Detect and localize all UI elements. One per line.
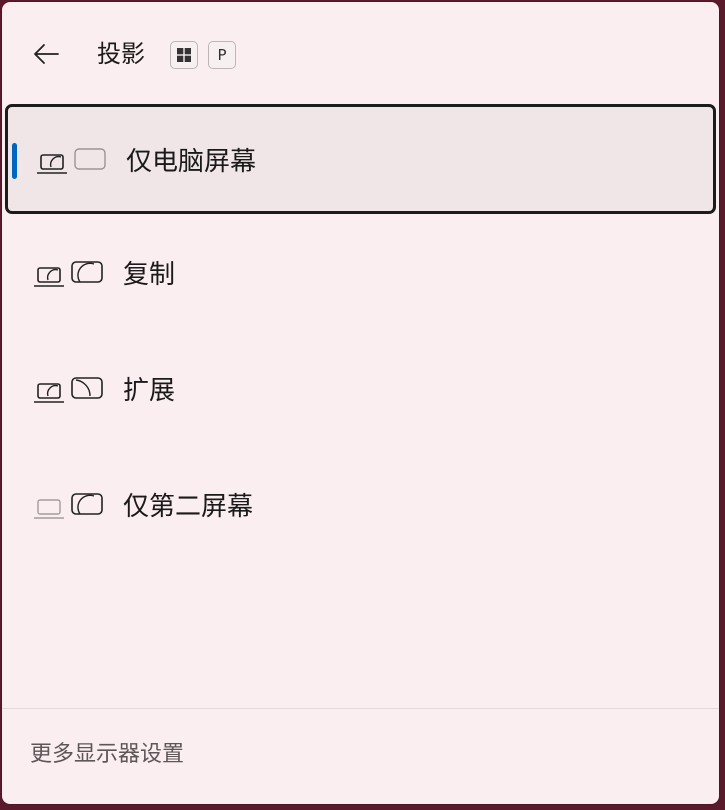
more-display-settings-link[interactable]: 更多显示器设置 [30,740,184,770]
duplicate-icon [34,261,103,287]
option-label: 扩展 [123,376,176,406]
option-label: 仅电脑屏幕 [126,147,257,177]
option-label: 仅第二屏幕 [123,492,254,522]
second-screen-only-icon [34,493,103,519]
selection-indicator [12,143,17,179]
windows-key-badge [170,41,198,69]
option-label: 复制 [123,260,176,290]
back-button[interactable] [28,36,64,72]
option-duplicate[interactable]: 复制 [5,220,716,330]
option-extend[interactable]: 扩展 [5,336,716,446]
footer-divider [2,708,719,709]
extend-icon [34,377,103,403]
option-second-screen-only[interactable]: 仅第二屏幕 [5,452,716,562]
pc-screen-only-icon [37,148,106,174]
project-panel: 投影 P 仅电脑屏幕 复制 扩展 仅第二屏幕 更多显示器设置 [2,2,719,804]
header: 投影 P [2,2,719,102]
p-key-badge: P [208,41,236,69]
option-pc-screen-only[interactable]: 仅电脑屏幕 [5,104,716,214]
arrow-left-icon [34,44,59,64]
page-title: 投影 [97,40,145,68]
windows-logo-icon [177,48,191,62]
